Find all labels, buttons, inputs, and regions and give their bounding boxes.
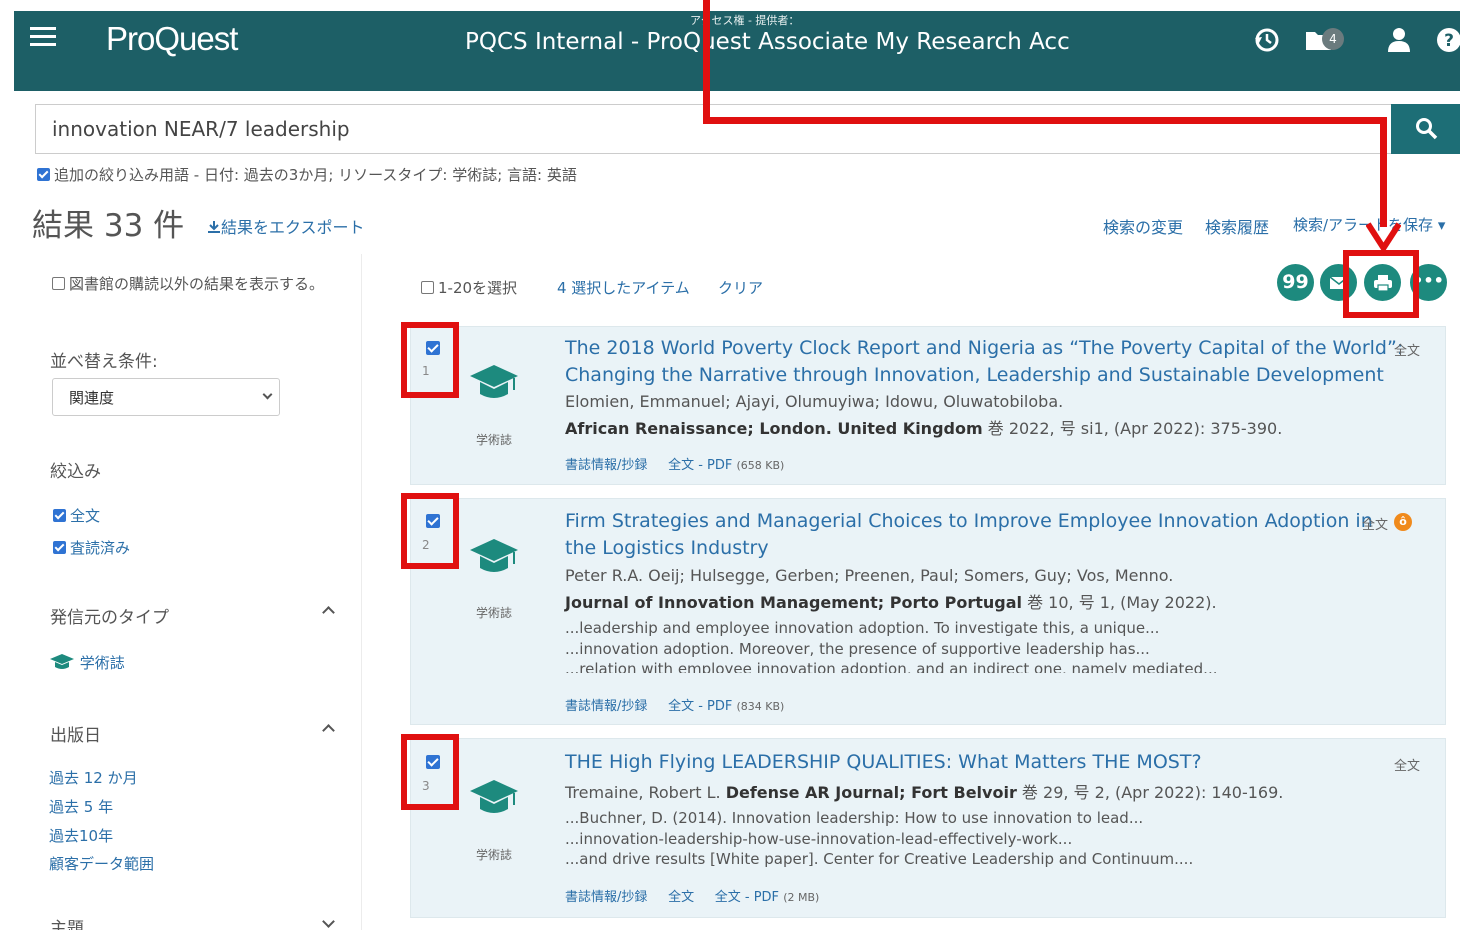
result-links: 書誌情報/抄録 全文 全文 - PDF (2 MB) xyxy=(565,886,819,905)
history-icon[interactable] xyxy=(1252,25,1282,55)
result-title[interactable]: Firm Strategies and Managerial Choices t… xyxy=(565,508,1373,562)
result-snippet: ...innovation adoption. Moreover, the pr… xyxy=(565,640,1150,658)
search-box[interactable] xyxy=(35,104,1392,154)
sort-label: 並べ替え条件: xyxy=(50,352,158,372)
result-source: Tremaine, Robert L. Defense AR Journal; … xyxy=(565,783,1284,802)
folder-count-badge: 4 xyxy=(1322,28,1344,50)
hamburger-menu-icon[interactable] xyxy=(30,27,56,47)
annotation-arrow-line xyxy=(703,117,1387,124)
source-type-scholarly[interactable]: 学術誌 xyxy=(49,652,125,673)
result-links: 書誌情報/抄録 全文 - PDF (834 KB) xyxy=(565,695,784,714)
search-history-link[interactable]: 検索履歴 xyxy=(1205,214,1269,238)
publication-type: 学術誌 xyxy=(476,606,513,620)
fulltext-indicator: 全文 xyxy=(1394,759,1421,774)
date-custom-range[interactable]: 顧客データ範囲 xyxy=(49,853,154,874)
publication-type: 学術誌 xyxy=(476,433,513,447)
select-page-results[interactable]: 1-20を選択 xyxy=(421,277,517,298)
annotation-arrowhead xyxy=(1366,222,1401,250)
graduation-cap-icon xyxy=(50,654,74,669)
filter-peer-reviewed[interactable]: 査読済み xyxy=(53,537,130,558)
quote-icon: 99 xyxy=(1282,271,1309,293)
additional-limits[interactable]: 追加の絞り込み用語 - 日付: 過去の3か月; リソースタイプ: 学術誌; 言語… xyxy=(37,164,577,185)
result-snippet: ...relation with employee innovation ado… xyxy=(565,660,1218,673)
select-all-checkbox[interactable] xyxy=(421,281,434,294)
result-links: 書誌情報/抄録 全文 - PDF (658 KB) xyxy=(565,454,784,473)
publication-type: 学術誌 xyxy=(476,848,513,862)
filter-fulltext[interactable]: 全文 xyxy=(53,505,100,526)
narrow-label: 絞込み xyxy=(50,462,101,482)
fulltext-link[interactable]: 全文 xyxy=(668,890,694,905)
result-title[interactable]: The 2018 World Poverty Clock Report and … xyxy=(565,335,1403,389)
annotation-highlight-checkbox-3 xyxy=(401,734,459,810)
clear-selection-link[interactable]: クリア xyxy=(718,277,763,298)
result-source: Journal of Innovation Management; Porto … xyxy=(565,593,1217,612)
account-name[interactable]: PQCS Internal - ProQuest Associate My Re… xyxy=(465,29,1070,55)
non-subscribed-checkbox[interactable] xyxy=(52,277,65,290)
abstract-link[interactable]: 書誌情報/抄録 xyxy=(565,699,647,714)
search-icon xyxy=(1416,118,1438,140)
search-button[interactable] xyxy=(1391,104,1460,154)
search-input[interactable] xyxy=(36,105,1392,153)
limits-checkbox[interactable] xyxy=(37,168,50,181)
selected-items-link[interactable]: 4 選択したアイテム xyxy=(557,277,690,298)
annotation-highlight-checkbox-1 xyxy=(401,322,459,398)
peer-reviewed-checkbox[interactable] xyxy=(53,541,66,554)
show-non-subscribed[interactable]: 図書館の購読以外の結果を表示する。 xyxy=(52,272,332,296)
fulltext-indicator: 全文 xyxy=(1362,518,1389,533)
annotation-arrow-line xyxy=(1380,117,1387,227)
result-source: African Renaissance; London. United King… xyxy=(565,419,1283,438)
open-access-icon: ô xyxy=(1394,513,1412,531)
export-results-link[interactable]: 結果をエクスポート xyxy=(207,214,365,238)
abstract-link[interactable]: 書誌情報/抄録 xyxy=(565,458,647,473)
user-icon[interactable] xyxy=(1384,25,1414,55)
result-snippet: ...leadership and employee innovation ad… xyxy=(565,619,1160,637)
result-title[interactable]: THE High Flying LEADERSHIP QUALITIES: Wh… xyxy=(565,749,1202,776)
result-snippet: ...innovation-leadership-how-use-innovat… xyxy=(565,830,1073,848)
subject-label[interactable]: 主題 xyxy=(50,914,84,930)
result-snippet: ...and drive results [White paper]. Cent… xyxy=(565,850,1194,868)
fulltext-pdf-link[interactable]: 全文 - PDF (2 MB) xyxy=(715,890,820,905)
fulltext-checkbox[interactable] xyxy=(53,509,66,522)
result-authors: Peter R.A. Oeij; Hulsegge, Gerben; Preen… xyxy=(565,566,1174,585)
help-icon[interactable]: ? xyxy=(1436,25,1460,55)
graduation-cap-icon xyxy=(470,539,518,572)
proquest-logo[interactable]: ProQuest xyxy=(106,20,238,58)
result-authors: Elomien, Emmanuel; Ajayi, Olumuyiwa; Ido… xyxy=(565,392,1064,411)
cite-button[interactable]: 99 xyxy=(1277,264,1314,301)
fulltext-indicator: 全文 xyxy=(1394,344,1421,359)
source-type-label[interactable]: 発信元のタイプ xyxy=(50,603,169,628)
fulltext-pdf-link[interactable]: 全文 - PDF (658 KB) xyxy=(668,458,784,473)
graduation-cap-icon xyxy=(470,780,518,813)
annotation-arrow-line xyxy=(703,0,710,124)
fulltext-pdf-link[interactable]: 全文 - PDF (834 KB) xyxy=(668,699,784,714)
download-icon xyxy=(208,221,220,233)
modify-search-link[interactable]: 検索の変更 xyxy=(1103,214,1183,238)
annotation-highlight-print xyxy=(1343,250,1419,318)
graduation-cap-icon xyxy=(470,365,518,398)
date-last-5-years[interactable]: 過去 5 年 xyxy=(49,796,113,817)
annotation-highlight-checkbox-2 xyxy=(401,493,459,569)
result-snippet: ...Buchner, D. (2014). Innovation leader… xyxy=(565,809,1144,827)
date-last-10-years[interactable]: 過去10年 xyxy=(49,825,113,846)
pub-date-label[interactable]: 出版日 xyxy=(50,721,101,746)
svg-text:?: ? xyxy=(1444,31,1454,51)
results-count: 結果 33 件 xyxy=(32,208,185,244)
sort-select[interactable]: 関連度 xyxy=(52,378,280,416)
date-last-12-months[interactable]: 過去 12 か月 xyxy=(49,767,138,788)
abstract-link[interactable]: 書誌情報/抄録 xyxy=(565,890,647,905)
